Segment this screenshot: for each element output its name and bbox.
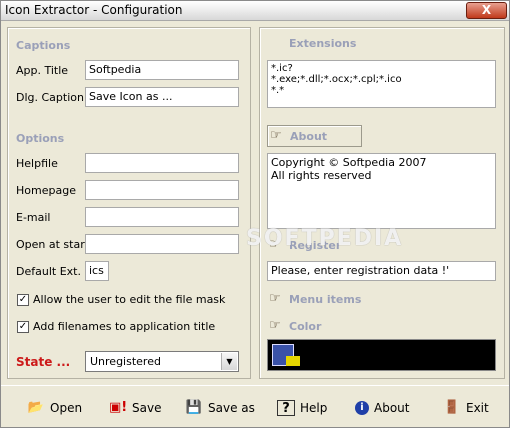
color-title[interactable]: Color [289, 320, 321, 333]
homepage-label: Homepage [16, 184, 76, 197]
pointing-hand-icon: ☞ [270, 128, 282, 143]
open-folder-icon: 📂 [27, 400, 45, 415]
about-memo[interactable]: Copyright © Softpedia 2007 All rights re… [267, 153, 496, 229]
floppy-icon: 💾 [185, 400, 203, 415]
menu-items-title[interactable]: Menu items [289, 293, 361, 306]
close-button[interactable]: X [466, 2, 507, 19]
exit-button[interactable]: 🚪 Exit [443, 397, 489, 419]
save-label: Save [132, 401, 162, 415]
title-bar[interactable]: Icon Extractor - Configuration X [1, 1, 509, 21]
add-filenames-label: Add filenames to application title [33, 320, 216, 333]
add-filenames-checkbox[interactable]: ✓ [17, 321, 29, 333]
dlg-caption-input[interactable]: Save Icon as ... [85, 87, 239, 107]
default-ext-label: Default Ext. [16, 265, 81, 278]
app-title-input[interactable]: Softpedia [85, 60, 239, 80]
captions-title: Captions [16, 39, 71, 52]
extension-line: *.* [271, 85, 285, 96]
chevron-down-icon[interactable]: ▼ [221, 353, 237, 370]
state-label: State ... [16, 355, 71, 369]
extension-line: *.exe;*.dll;*.ocx;*.cpl;*.ico [271, 74, 402, 85]
about-button[interactable]: i About [355, 397, 409, 419]
extensions-memo[interactable]: *.ic? *.exe;*.dll;*.ocx;*.cpl;*.ico *.* [267, 60, 496, 108]
pointing-hand-icon: ☞ [269, 318, 281, 333]
app-title-label: App. Title [16, 64, 69, 77]
exit-label: Exit [466, 401, 489, 415]
help-label: Help [300, 401, 328, 415]
open-button[interactable]: 📂 Open [27, 397, 82, 419]
helpfile-input[interactable] [85, 153, 239, 173]
homepage-input[interactable] [85, 180, 239, 200]
about-line: All rights reserved [271, 169, 372, 182]
extensions-title: Extensions [289, 37, 357, 50]
color-preview[interactable] [267, 339, 496, 371]
default-ext-input[interactable]: ics [85, 261, 109, 281]
sparkle-icon [286, 356, 300, 366]
save-as-button[interactable]: 💾 Save as [185, 397, 255, 419]
open-at-start-label: Open at start [16, 238, 90, 251]
state-value: Unregistered [90, 355, 161, 368]
edit-file-mask-label: Allow the user to edit the file mask [33, 293, 226, 306]
about-line: Copyright © Softpedia 2007 [271, 156, 427, 169]
pointing-hand-icon: ☞ [269, 291, 281, 306]
save-button[interactable]: ▣! Save [109, 397, 161, 419]
registration-input[interactable]: Please, enter registration data !' [267, 261, 496, 281]
open-at-start-input[interactable] [85, 234, 239, 254]
extension-line: *.ic? [271, 63, 293, 74]
about-header-button[interactable]: ☞ About [267, 125, 362, 147]
config-window: Icon Extractor - Configuration X Caption… [0, 0, 510, 428]
help-button[interactable]: ? Help [277, 397, 327, 419]
exit-door-icon: 🚪 [443, 400, 461, 415]
email-input[interactable] [85, 207, 239, 227]
email-label: E-mail [16, 211, 51, 224]
save-as-label: Save as [208, 401, 255, 415]
window-title: Icon Extractor - Configuration [5, 3, 183, 17]
watermark-text: SOFTPEDIA [246, 226, 404, 251]
dlg-caption-label: Dlg. Caption [16, 91, 84, 104]
help-icon: ? [277, 400, 295, 416]
open-label: Open [50, 401, 83, 415]
save-exclaim-icon: ▣! [109, 400, 128, 415]
info-icon: i [355, 401, 369, 415]
about-title: About [290, 130, 328, 143]
options-title: Options [16, 132, 65, 145]
helpfile-label: Helpfile [16, 157, 58, 170]
state-select[interactable]: Unregistered ▼ [85, 351, 239, 372]
edit-file-mask-checkbox[interactable]: ✓ [17, 294, 29, 306]
about-label: About [374, 401, 410, 415]
